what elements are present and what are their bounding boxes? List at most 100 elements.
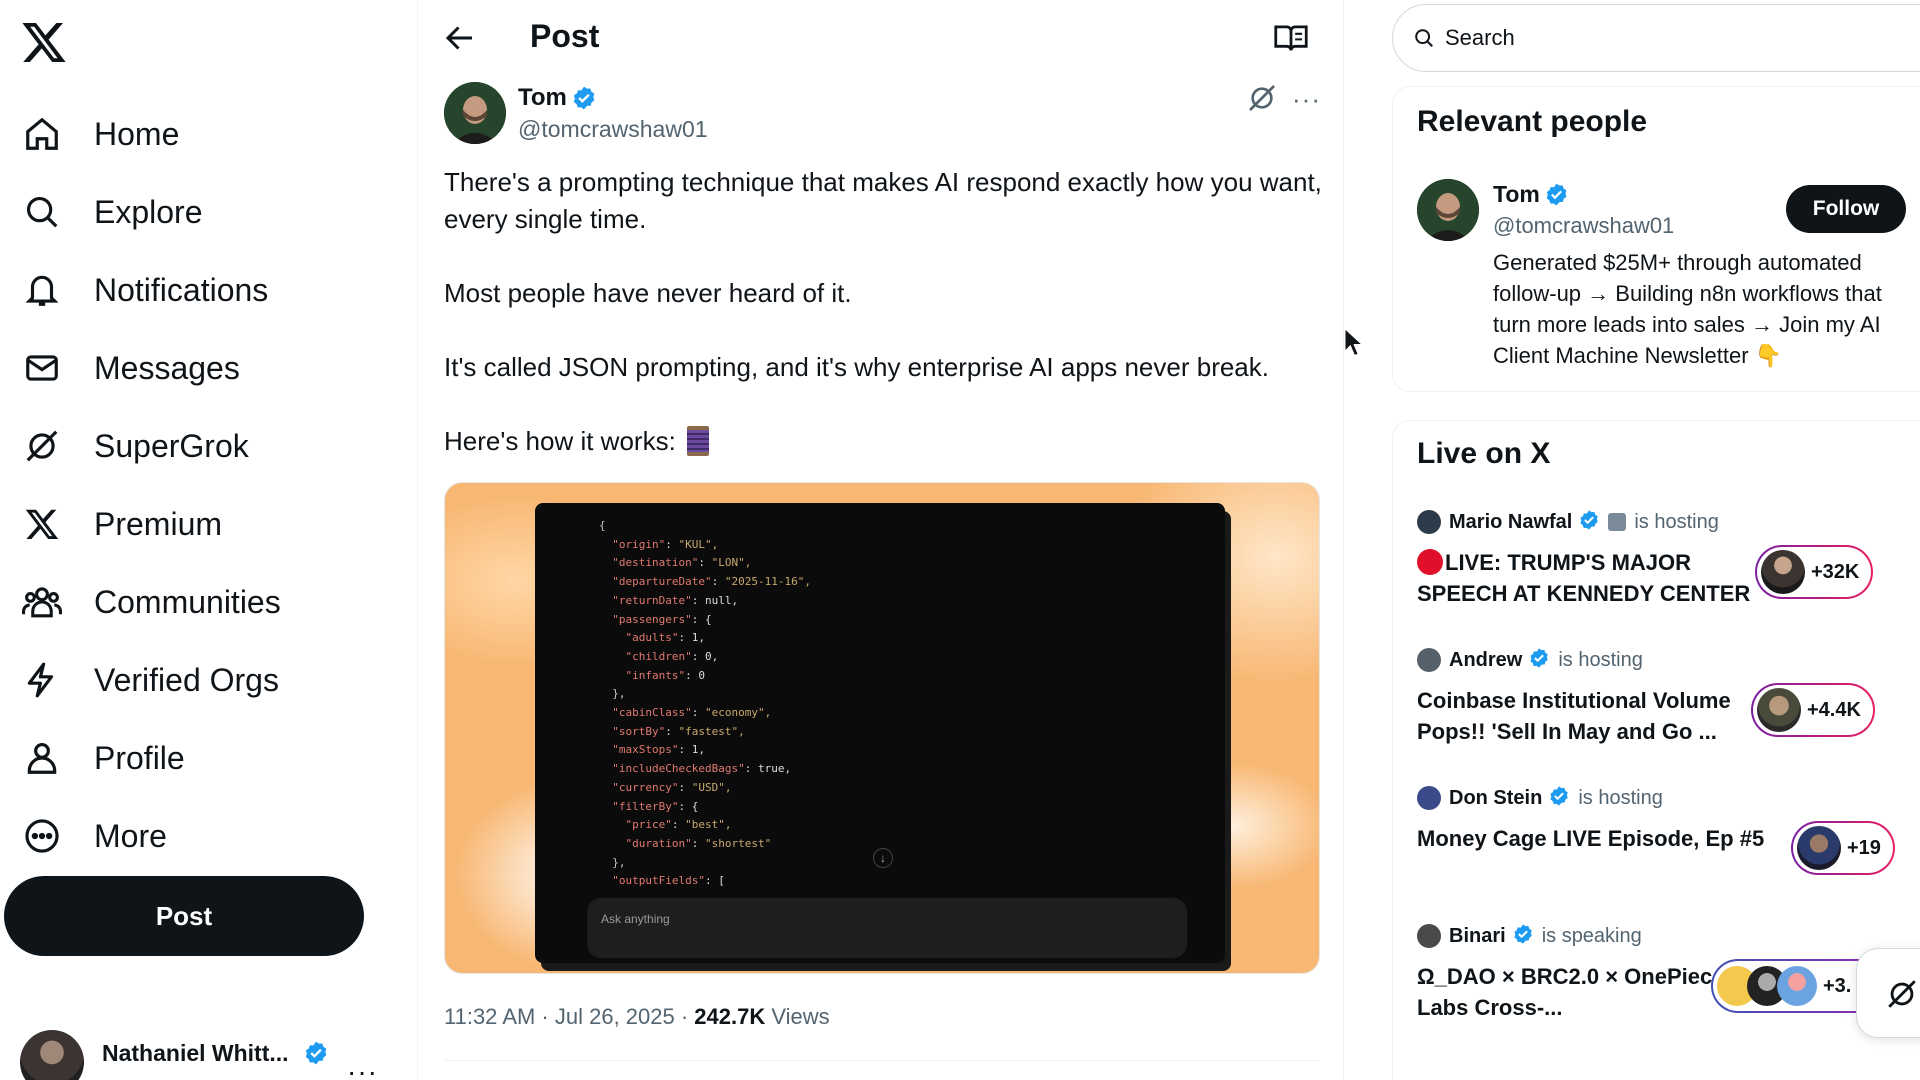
host-name: Andrew	[1449, 648, 1523, 671]
host-name: Binari	[1449, 924, 1506, 947]
nav-supergrok-label: SuperGrok	[94, 427, 249, 464]
bell-icon	[22, 270, 62, 310]
relevant-people-card: Relevant people Tom @tomcrawshaw01 Follo…	[1392, 86, 1920, 392]
author-handle[interactable]: @tomcrawshaw01	[518, 116, 708, 143]
live-item[interactable]: Binari is speaking Ω_DAO × BRC2.0 × OneP…	[1417, 921, 1920, 1023]
code-value: {	[704, 612, 712, 626]
grok-icon	[22, 426, 62, 466]
x-logo-icon	[22, 504, 62, 544]
code-key: "children"	[599, 649, 692, 663]
nav-home[interactable]: Home	[0, 95, 400, 173]
nav-notifications[interactable]: Notifications	[0, 251, 400, 329]
live-item[interactable]: Mario Nawfal is hosting LIVE: TRUMP'S MA…	[1417, 507, 1920, 609]
live-item[interactable]: Don Stein is hosting Money Cage LIVE Epi…	[1417, 783, 1920, 873]
code-value: 0	[698, 668, 705, 682]
listener-pill[interactable]: +19	[1791, 821, 1895, 875]
tweet-paragraph: Most people have never heard of it.	[444, 278, 852, 308]
nav-supergrok[interactable]: SuperGrok	[0, 407, 400, 485]
live-record-icon	[1417, 549, 1443, 575]
nav-premium[interactable]: Premium	[0, 485, 400, 563]
verified-badge-icon	[1578, 509, 1600, 536]
live-on-x-title: Live on X	[1417, 437, 1551, 470]
nav-communities[interactable]: Communities	[0, 563, 400, 641]
code-line: {	[599, 519, 606, 532]
code-value: 1,	[691, 631, 705, 645]
nav-messages[interactable]: Messages	[0, 329, 400, 407]
code-key: "origin"	[599, 537, 666, 551]
code-line: "includeCheckedBags": true,	[599, 760, 811, 779]
host-status: is hosting	[1558, 648, 1643, 671]
author-avatar[interactable]	[444, 82, 506, 144]
listener-count: +19	[1847, 836, 1881, 859]
author-name[interactable]: Tom	[518, 84, 567, 112]
follow-button[interactable]: Follow	[1786, 185, 1906, 233]
host-status: is hosting	[1578, 786, 1663, 809]
tweet-more-icon[interactable]: ···	[1292, 84, 1321, 115]
search-input[interactable]: Search	[1392, 4, 1920, 72]
live-item[interactable]: Andrew is hosting Coinbase Institutional…	[1417, 645, 1920, 747]
account-more-icon[interactable]: ···	[347, 1056, 378, 1080]
reader-mode-icon[interactable]	[1273, 22, 1309, 54]
nav-notifications-label: Notifications	[94, 271, 269, 308]
ask-placeholder: Ask anything	[601, 912, 670, 926]
person-icon	[22, 738, 62, 778]
code-key: "includeCheckedBags"	[599, 762, 745, 776]
listener-count: +3.	[1823, 974, 1852, 997]
code-line: "infants": 0	[599, 667, 811, 686]
live-title: LIVE: TRUMP'S MAJOR SPEECH AT KENNEDY CE…	[1417, 547, 1777, 609]
person-name[interactable]: Tom	[1493, 181, 1540, 208]
verified-badge-icon	[303, 1040, 329, 1071]
listener-count: +32K	[1811, 560, 1860, 583]
tweet-paragraph-text: Here's how it works:	[444, 426, 676, 456]
nav-profile[interactable]: Profile	[0, 719, 400, 797]
tweet-paragraph-last: Here's how it works:	[444, 423, 1324, 460]
code-key: "adults"	[599, 631, 679, 645]
code-line: },	[599, 855, 626, 869]
person-handle[interactable]: @tomcrawshaw01	[1493, 213, 1674, 239]
nav-explore[interactable]: Explore	[0, 173, 400, 251]
code-colon: :	[691, 836, 705, 850]
code-value: [	[718, 874, 725, 888]
avatar[interactable]	[1417, 179, 1479, 241]
tweet-views-count: 242.7K	[694, 1004, 766, 1029]
verified-badge-icon	[571, 85, 597, 116]
code-colon: :	[704, 874, 719, 888]
code-key: "destination"	[599, 556, 699, 570]
grok-icon[interactable]	[1246, 82, 1278, 114]
nav-verified-orgs-label: Verified Orgs	[94, 661, 279, 698]
mail-icon	[22, 348, 62, 388]
tweet-text: There's a prompting technique that makes…	[444, 164, 1324, 497]
code-key: "cabinClass"	[599, 706, 692, 720]
code-key: "duration"	[599, 836, 692, 850]
code-colon: :	[665, 537, 679, 551]
nav-profile-label: Profile	[94, 739, 185, 776]
x-logo-icon[interactable]	[20, 18, 68, 66]
code-value: true,	[757, 762, 792, 776]
account-switcher[interactable]: Nathaniel Whitt... ···	[20, 1030, 400, 1080]
tweet-timestamp[interactable]: 11:32 AM · Jul 26, 2025 ·	[444, 1004, 694, 1029]
tweet-media-image[interactable]: { "origin": "KUL", "destination": "LON",…	[444, 482, 1320, 974]
code-colon: :	[671, 818, 686, 832]
thread-spool-icon	[687, 426, 710, 456]
code-line: "price": "best",	[599, 816, 811, 835]
account-name: Nathaniel Whitt...	[102, 1040, 289, 1066]
back-arrow-icon[interactable]	[442, 20, 478, 56]
nav-more[interactable]: More	[0, 797, 400, 875]
avatar	[1797, 826, 1841, 870]
main-column: Post Tom @tomcrawshaw01 ··· There's a pr…	[417, 0, 1344, 1080]
code-key: "outputFields"	[599, 874, 705, 888]
code-colon: :	[691, 612, 705, 626]
grok-floating-button[interactable]	[1856, 948, 1920, 1038]
nav-verified-orgs[interactable]: Verified Orgs	[0, 641, 400, 719]
listener-pill[interactable]: +4.4K	[1751, 683, 1875, 737]
code-line: "returnDate": null,	[599, 592, 811, 611]
code-colon: :	[678, 799, 692, 813]
nav-more-label: More	[94, 817, 167, 854]
post-button[interactable]: Post	[4, 876, 364, 956]
code-value: "USD",	[691, 780, 732, 794]
code-value: "fastest",	[678, 724, 745, 738]
right-sidebar: Search Relevant people Tom @tomcrawshaw0…	[1392, 0, 1920, 1080]
code-line: "departureDate": "2025-11-16",	[599, 573, 811, 592]
left-sidebar: Home Explore Notifications Messages Supe…	[0, 0, 416, 1080]
listener-pill[interactable]: +32K	[1755, 545, 1873, 599]
